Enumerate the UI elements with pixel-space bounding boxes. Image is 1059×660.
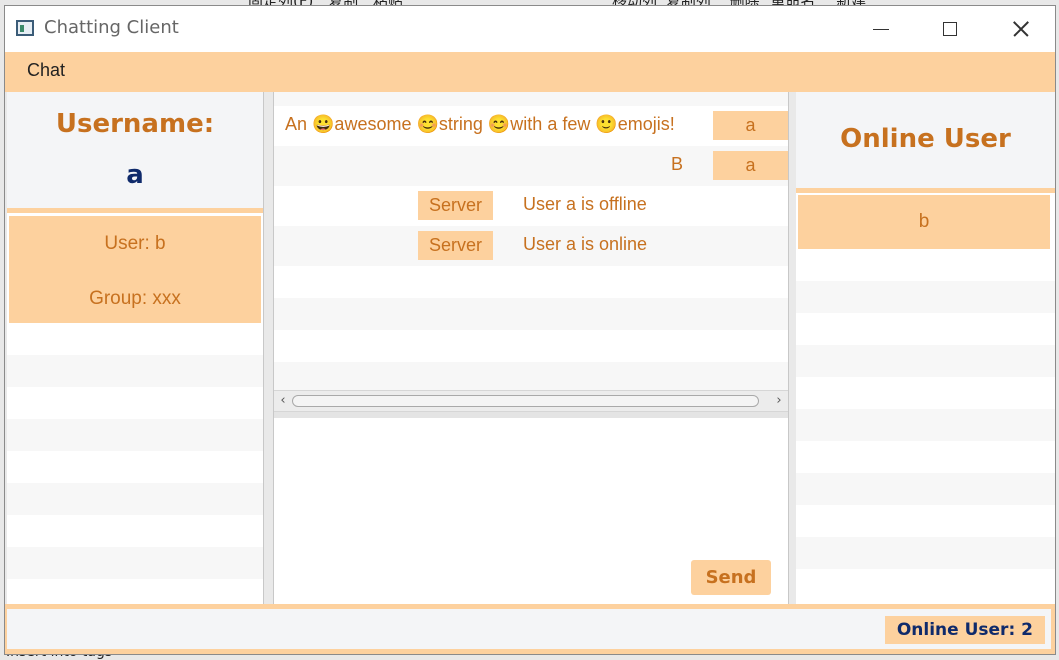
menu-bar: Chat <box>5 52 1055 92</box>
message-list[interactable]: An 😀awesome 😊string 😊with a few 🙂emojis!… <box>274 92 788 390</box>
minimize-button[interactable] <box>845 6 915 52</box>
close-button[interactable] <box>985 6 1055 52</box>
online-user-item[interactable]: b <box>798 195 1050 249</box>
chat-window: Chatting Client Chat Username: a User: b… <box>4 5 1056 655</box>
menu-item-chat[interactable]: Chat <box>27 60 65 81</box>
message-row: An 😀awesome 😊string 😊with a few 🙂emojis!… <box>274 106 788 146</box>
sender-tag: a <box>713 151 788 180</box>
server-tag: Server <box>418 231 493 260</box>
window-app-icon <box>16 20 34 36</box>
contact-user: User: b <box>104 233 166 254</box>
message-row: B a <box>274 146 788 186</box>
online-header: Online User <box>796 92 1055 193</box>
message-text: User a is offline <box>523 194 647 214</box>
online-users-title: Online User <box>840 124 1011 154</box>
user-header: Username: a <box>7 92 263 213</box>
message-input[interactable]: Send <box>274 418 788 604</box>
online-count-badge: Online User: 2 <box>884 616 1045 644</box>
message-text: An 😀awesome 😊string 😊with a few 🙂emojis! <box>285 114 675 134</box>
window-title: Chatting Client <box>44 17 179 38</box>
message-row: Server User a is online <box>274 226 788 266</box>
online-users-panel: Online User b <box>796 92 1055 604</box>
contact-group: Group: xxx <box>89 288 181 309</box>
message-text: User a is online <box>523 234 648 254</box>
maximize-button[interactable] <box>915 6 985 52</box>
contact-list[interactable]: User: b Group: xxx <box>7 213 263 604</box>
horizontal-scrollbar[interactable]: ‹ › <box>274 390 788 412</box>
scroll-right-icon[interactable]: › <box>772 393 786 409</box>
status-bar: Online User: 2 <box>5 604 1055 654</box>
scrollbar-thumb[interactable] <box>292 395 759 407</box>
online-user-list[interactable]: b <box>796 193 1055 604</box>
contact-item[interactable]: User: b Group: xxx <box>9 216 261 323</box>
message-row: Server User a is offline <box>274 186 788 226</box>
message-text: B <box>671 154 684 174</box>
scroll-left-icon[interactable]: ‹ <box>276 393 290 409</box>
user-info-panel: Username: a User: b Group: xxx <box>7 92 264 604</box>
sender-tag: a <box>713 111 788 140</box>
username-value: a <box>126 160 144 190</box>
username-label: Username: <box>55 109 215 139</box>
send-button[interactable]: Send <box>691 560 771 595</box>
main-content: Username: a User: b Group: xxx An 😀aweso… <box>5 92 1055 654</box>
server-tag: Server <box>418 191 493 220</box>
chat-panel: An 😀awesome 😊string 😊with a few 🙂emojis!… <box>273 92 789 604</box>
title-bar[interactable]: Chatting Client <box>5 6 1055 52</box>
